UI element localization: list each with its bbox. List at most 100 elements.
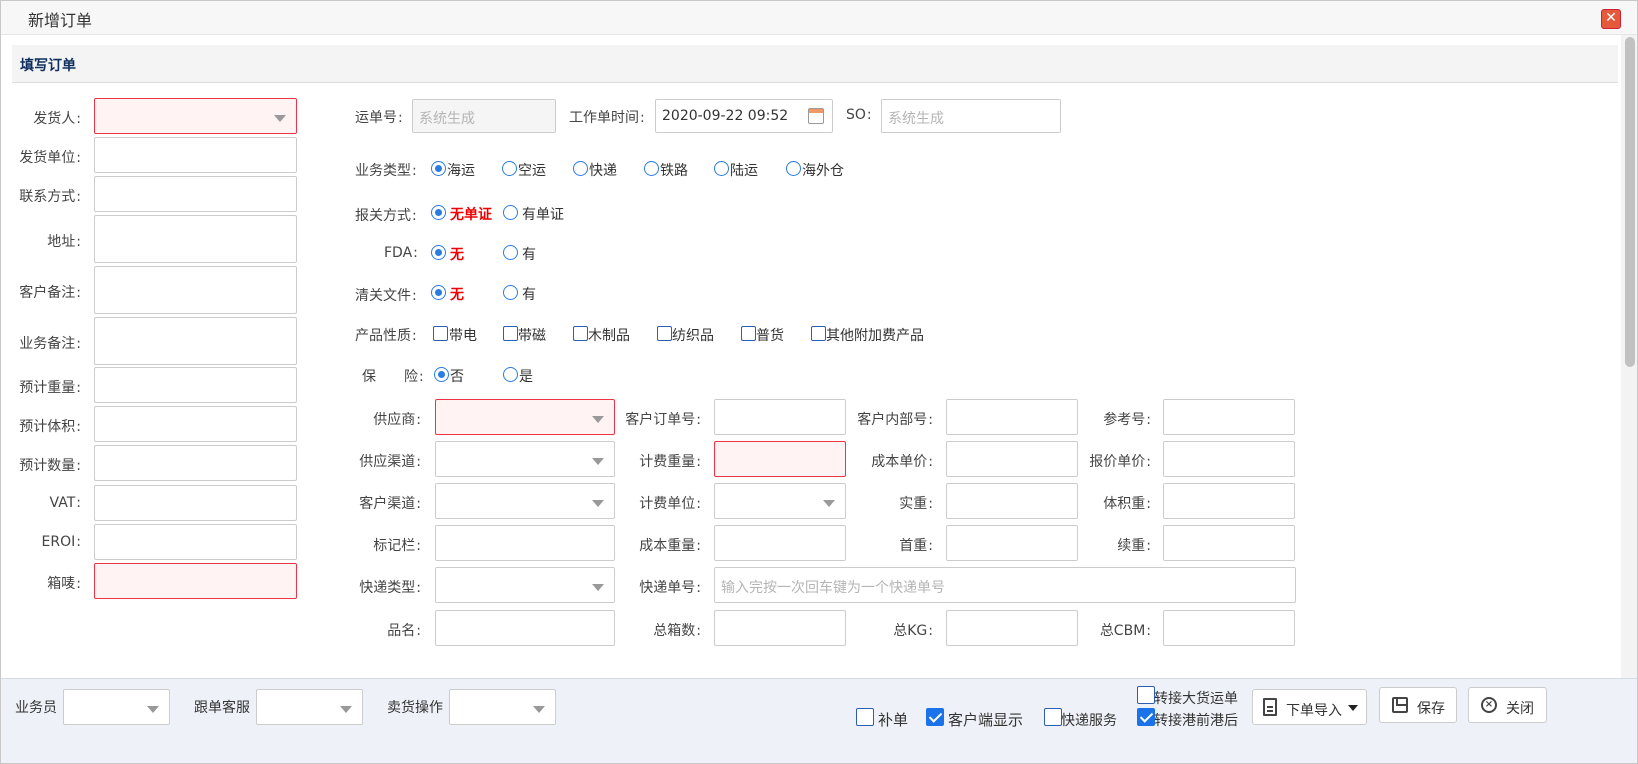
ops-select[interactable] — [449, 689, 556, 725]
supplier-label: 供应商: — [373, 412, 421, 428]
vat-label: VAT: — [49, 495, 81, 511]
contact-input[interactable] — [94, 176, 297, 212]
vat-input[interactable] — [94, 485, 297, 521]
checkbox-client-show[interactable] — [926, 708, 944, 726]
calendar-icon[interactable] — [808, 108, 824, 124]
shipper-select[interactable] — [94, 98, 297, 134]
clearance-label: 清关文件: — [355, 288, 417, 304]
chevron-down-icon — [340, 706, 352, 713]
est-qty-input[interactable] — [94, 445, 297, 481]
express-no-placeholder: 输入完按一次回车键为一个快递单号 — [721, 580, 945, 596]
customs-option-label: 有单证 — [522, 207, 564, 223]
radio-biz-sea[interactable] — [431, 161, 446, 176]
close-window-icon[interactable]: ✕ — [1601, 9, 1621, 29]
mark-column-input[interactable] — [435, 525, 615, 561]
product-name-input[interactable] — [435, 610, 615, 646]
radio-clearance-yes[interactable] — [503, 285, 518, 300]
biz-type-label: 业务类型: — [355, 163, 417, 179]
radio-customs-doc[interactable] — [503, 205, 518, 220]
biz-option-label: 海运 — [447, 163, 475, 179]
customer-note-textarea[interactable] — [94, 266, 297, 314]
waybill-placeholder: 系统生成 — [419, 111, 475, 127]
biz-option-label: 陆运 — [730, 163, 758, 179]
checkbox-general[interactable] — [741, 326, 756, 341]
checkbox-express-service[interactable] — [1044, 708, 1062, 726]
supply-channel-select[interactable] — [435, 441, 615, 477]
express-no-input[interactable]: 输入完按一次回车键为一个快递单号 — [714, 567, 1296, 603]
charge-weight-input[interactable] — [714, 441, 846, 477]
save-icon — [1392, 697, 1408, 713]
product-option-label: 木制品 — [588, 328, 630, 344]
checkbox-supplement[interactable] — [856, 708, 874, 726]
save-button[interactable]: 保存 — [1379, 687, 1457, 723]
worktime-input[interactable]: 2020-09-22 09:52 — [655, 99, 833, 133]
so-label: SO: — [846, 107, 872, 123]
eori-input[interactable] — [94, 524, 297, 560]
checkbox-wood[interactable] — [573, 326, 588, 341]
charge-unit-label: 计费单位: — [639, 496, 701, 512]
title-bar: 新增订单 ✕ — [1, 1, 1637, 35]
business-note-label: 业务备注: — [19, 336, 81, 352]
business-note-textarea[interactable] — [94, 317, 297, 365]
so-input[interactable]: 系统生成 — [881, 99, 1061, 133]
cust-order-input[interactable] — [714, 399, 846, 435]
radio-biz-rail[interactable] — [644, 161, 659, 176]
cust-channel-label: 客户渠道: — [359, 496, 421, 512]
quote-price-input[interactable] — [1163, 441, 1295, 477]
cust-order-label: 客户订单号: — [625, 412, 701, 428]
clearance-option-label: 有 — [522, 287, 536, 303]
radio-clearance-no[interactable] — [431, 285, 446, 300]
shipper-unit-input[interactable] — [94, 137, 297, 173]
address-textarea[interactable] — [94, 215, 297, 263]
marks-input[interactable] — [94, 563, 297, 599]
order-import-button[interactable]: 下单导入 — [1252, 689, 1367, 725]
cust-channel-select[interactable] — [435, 483, 615, 519]
express-type-label: 快递类型: — [359, 580, 421, 596]
form-section-header: 填写订单 — [12, 45, 1618, 83]
est-volume-input[interactable] — [94, 406, 297, 442]
close-button[interactable]: × 关闭 — [1468, 687, 1547, 723]
checkbox-bulk-waybill[interactable] — [1137, 686, 1155, 704]
marks-label: 箱唛: — [47, 576, 81, 592]
checkbox-magnetic[interactable] — [503, 326, 518, 341]
scrollbar-thumb[interactable] — [1625, 37, 1635, 367]
ref-input[interactable] — [1163, 399, 1295, 435]
radio-biz-air[interactable] — [502, 161, 517, 176]
cost-weight-input[interactable] — [714, 525, 846, 561]
salesman-select[interactable] — [63, 689, 170, 725]
radio-fda-no[interactable] — [431, 245, 446, 260]
total-cbm-label: 总CBM: — [1099, 623, 1151, 639]
total-boxes-input[interactable] — [714, 610, 846, 646]
radio-fda-yes[interactable] — [503, 245, 518, 260]
radio-insurance-yes[interactable] — [503, 367, 518, 382]
radio-customs-none[interactable] — [431, 205, 446, 220]
est-weight-input[interactable] — [94, 367, 297, 403]
chevron-down-icon — [274, 115, 286, 122]
biz-option-label: 海外仓 — [802, 163, 844, 179]
close-circle-icon: × — [1481, 697, 1497, 713]
express-type-select[interactable] — [435, 567, 615, 603]
continued-weight-input[interactable] — [1163, 525, 1295, 561]
checkbox-other-surcharge[interactable] — [811, 326, 826, 341]
vertical-scrollbar[interactable] — [1621, 35, 1637, 763]
checkbox-textile[interactable] — [657, 326, 672, 341]
supplier-select[interactable] — [435, 399, 615, 435]
volume-weight-input[interactable] — [1163, 483, 1295, 519]
checkbox-pre-post-port[interactable] — [1137, 708, 1155, 726]
charge-unit-select[interactable] — [714, 483, 846, 519]
radio-biz-overseas[interactable] — [786, 161, 801, 176]
checkbox-battery[interactable] — [433, 326, 448, 341]
total-cbm-input[interactable] — [1163, 610, 1295, 646]
express-service-label: 快递服务 — [1061, 713, 1117, 729]
contact-label: 联系方式: — [19, 189, 81, 205]
radio-insurance-no[interactable] — [434, 367, 449, 382]
radio-biz-land[interactable] — [714, 161, 729, 176]
radio-biz-express[interactable] — [573, 161, 588, 176]
ref-label: 参考号: — [1103, 412, 1151, 428]
product-label: 产品性质: — [355, 328, 417, 344]
client-show-label: 客户端显示 — [948, 711, 1024, 729]
ops-label: 卖货操作 — [387, 700, 443, 716]
total-kg-label: 总KG: — [893, 623, 933, 639]
waybill-input[interactable]: 系统生成 — [412, 99, 556, 133]
cs-select[interactable] — [256, 689, 363, 725]
